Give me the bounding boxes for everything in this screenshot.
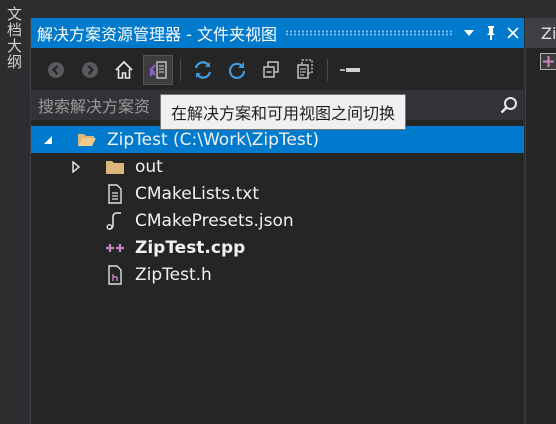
refresh-button[interactable] bbox=[222, 55, 252, 85]
title-drag-grip[interactable] bbox=[284, 30, 452, 36]
chevron-down-icon bbox=[464, 30, 474, 36]
panel-title-bar: 解决方案资源管理器 - 文件夹视图 bbox=[31, 18, 524, 48]
forward-arrow-icon bbox=[82, 62, 98, 78]
expanded-caret-icon[interactable] bbox=[41, 133, 55, 147]
properties-icon bbox=[340, 68, 360, 72]
file-tree: ZipTest (C:\Work\ZipTest) out CMakeLists… bbox=[31, 126, 524, 288]
add-item-icon[interactable] bbox=[540, 53, 556, 70]
pin-icon bbox=[487, 26, 495, 40]
back-button[interactable] bbox=[41, 55, 71, 85]
folder-icon bbox=[105, 157, 125, 177]
tree-item-ziptest-h[interactable]: ZipTest.h bbox=[31, 261, 524, 288]
panel-dropdown-button[interactable] bbox=[458, 22, 480, 44]
tree-item-label: CMakeLists.txt bbox=[135, 183, 260, 204]
refresh-icon bbox=[228, 62, 246, 79]
home-icon bbox=[115, 60, 133, 79]
switch-views-icon bbox=[149, 61, 167, 79]
forward-button[interactable] bbox=[75, 55, 105, 85]
toolbar-separator bbox=[180, 59, 181, 81]
tree-item-cmakelists[interactable]: CMakeLists.txt bbox=[31, 180, 524, 207]
close-button[interactable] bbox=[502, 22, 524, 44]
home-button[interactable] bbox=[109, 55, 139, 85]
secondary-panel-title[interactable]: Zi bbox=[526, 18, 556, 48]
back-arrow-icon bbox=[48, 62, 64, 78]
tree-item-label: ZipTest.cpp bbox=[135, 237, 246, 258]
secondary-panel: Zi bbox=[525, 18, 556, 424]
properties-button[interactable] bbox=[335, 55, 365, 85]
json-file-icon bbox=[105, 211, 125, 231]
tree-item-cmakepresets[interactable]: CMakePresets.json bbox=[31, 207, 524, 234]
pin-button[interactable] bbox=[480, 22, 502, 44]
switch-views-tooltip: 在解决方案和可用视图之间切换 bbox=[160, 94, 407, 130]
search-icon[interactable] bbox=[494, 90, 524, 120]
switch-views-button[interactable] bbox=[143, 55, 173, 85]
solution-explorer-panel: 解决方案资源管理器 - 文件夹视图 搜索解决方案资 ZipTest (C:\Wo… bbox=[30, 18, 524, 424]
explorer-toolbar bbox=[31, 52, 524, 88]
header-file-icon bbox=[105, 264, 125, 285]
tree-root-item[interactable]: ZipTest (C:\Work\ZipTest) bbox=[31, 126, 524, 153]
tree-item-out[interactable]: out bbox=[31, 153, 524, 180]
sync-button[interactable] bbox=[188, 55, 218, 85]
collapse-all-icon bbox=[263, 61, 279, 78]
collapsed-caret-icon[interactable] bbox=[69, 160, 83, 174]
show-all-files-button[interactable] bbox=[290, 55, 320, 85]
collapse-all-button[interactable] bbox=[256, 55, 286, 85]
tree-item-ziptest-cpp[interactable]: ZipTest.cpp bbox=[31, 234, 524, 261]
document-outline-tab[interactable]: 文档大纲 bbox=[3, 6, 25, 70]
text-file-icon bbox=[105, 183, 125, 204]
cpp-file-icon bbox=[105, 238, 125, 258]
sync-icon bbox=[194, 61, 212, 79]
tree-item-label: out bbox=[135, 156, 163, 177]
tree-item-label: CMakePresets.json bbox=[135, 210, 294, 231]
toolbar-separator bbox=[327, 59, 328, 81]
folder-open-icon bbox=[77, 130, 97, 150]
left-tool-strip: 文档大纲 bbox=[0, 0, 30, 424]
panel-title: 解决方案资源管理器 - 文件夹视图 bbox=[37, 25, 277, 44]
close-icon bbox=[507, 27, 519, 39]
tree-item-label: ZipTest.h bbox=[135, 264, 212, 285]
show-all-files-icon bbox=[297, 59, 313, 79]
tree-root-label: ZipTest (C:\Work\ZipTest) bbox=[107, 129, 320, 150]
